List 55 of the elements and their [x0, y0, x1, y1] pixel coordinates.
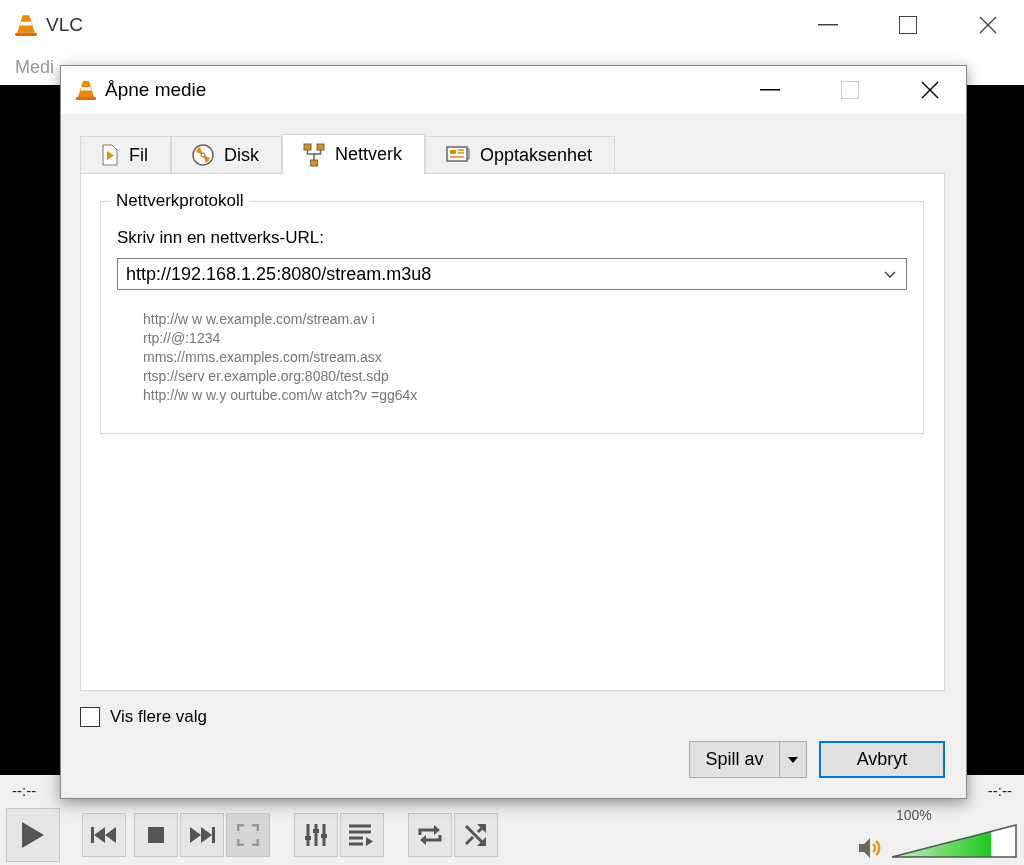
example-url: mms://mms.examples.com/stream.asx [143, 348, 383, 367]
tab[interactable]: Nettverk [282, 134, 426, 174]
stop-button[interactable] [134, 813, 178, 857]
shuffle-button[interactable] [454, 813, 498, 857]
stop-icon [148, 827, 164, 843]
tab[interactable]: Fil [80, 136, 171, 173]
fullscreen-icon [237, 824, 259, 846]
loop-icon [417, 823, 443, 847]
example-url: rtsp://serv er.example.org:8080/test.sdp [143, 367, 390, 386]
elapsed-time: --:-- [12, 781, 37, 799]
network-icon [303, 142, 325, 167]
chevron-down-icon [884, 270, 896, 278]
tab[interactable]: Disk [171, 136, 282, 173]
traffic-cone-icon [75, 79, 97, 101]
next-icon [189, 827, 215, 843]
loop-button[interactable] [408, 813, 452, 857]
volume-reading: 100% [896, 807, 932, 823]
play-button[interactable] [6, 808, 60, 862]
speaker-icon [858, 837, 882, 859]
playlist-button[interactable] [340, 813, 384, 857]
equalizer-icon [304, 823, 328, 847]
dialog-title: Åpne medie [105, 79, 208, 101]
minimize-icon [760, 89, 780, 91]
window-title: VLC [46, 14, 84, 36]
minimize-icon [818, 24, 838, 26]
cancel-button[interactable]: Avbryt [819, 741, 945, 778]
example-url: http://w w w.y ourtube.com/w atch?v =gg64x [143, 386, 419, 405]
maximize-icon [841, 81, 859, 99]
maximize-icon [899, 16, 917, 34]
example-url: rtp://@:1234 [143, 329, 222, 348]
playlist-icon [349, 824, 375, 846]
previous-button[interactable] [82, 813, 126, 857]
disc-icon [192, 144, 214, 166]
checkbox-label: Vis flere valg [110, 707, 207, 727]
shuffle-icon [464, 823, 488, 847]
traffic-cone-icon [14, 13, 38, 37]
equalizer-button[interactable] [294, 813, 338, 857]
caret-icon [788, 756, 798, 763]
capture-card-icon [446, 145, 471, 165]
checkbox[interactable] [80, 707, 100, 727]
close-icon [921, 81, 939, 99]
volume-slider[interactable] [890, 823, 1018, 859]
close-icon [979, 16, 997, 34]
example-url: http://w w w.example.com/stream.av i [143, 310, 376, 329]
play-split-button[interactable]: Spill av [689, 741, 807, 778]
url-combo-box[interactable]: http://192.168.1.25:8080/stream.m3u8 [117, 258, 907, 290]
url-prompt: Skriv inn en nettverks-URL: [117, 228, 325, 248]
play-icon [22, 822, 44, 848]
file-play-icon [101, 144, 119, 166]
tab[interactable]: Opptaksenhet [425, 136, 616, 173]
group-title: Nettverkprotokoll [111, 191, 249, 211]
url-input[interactable]: http://192.168.1.25:8080/stream.m3u8 [126, 263, 884, 285]
remaining-time: --:-- [987, 781, 1012, 799]
previous-icon [91, 827, 117, 843]
next-button[interactable] [180, 813, 224, 857]
